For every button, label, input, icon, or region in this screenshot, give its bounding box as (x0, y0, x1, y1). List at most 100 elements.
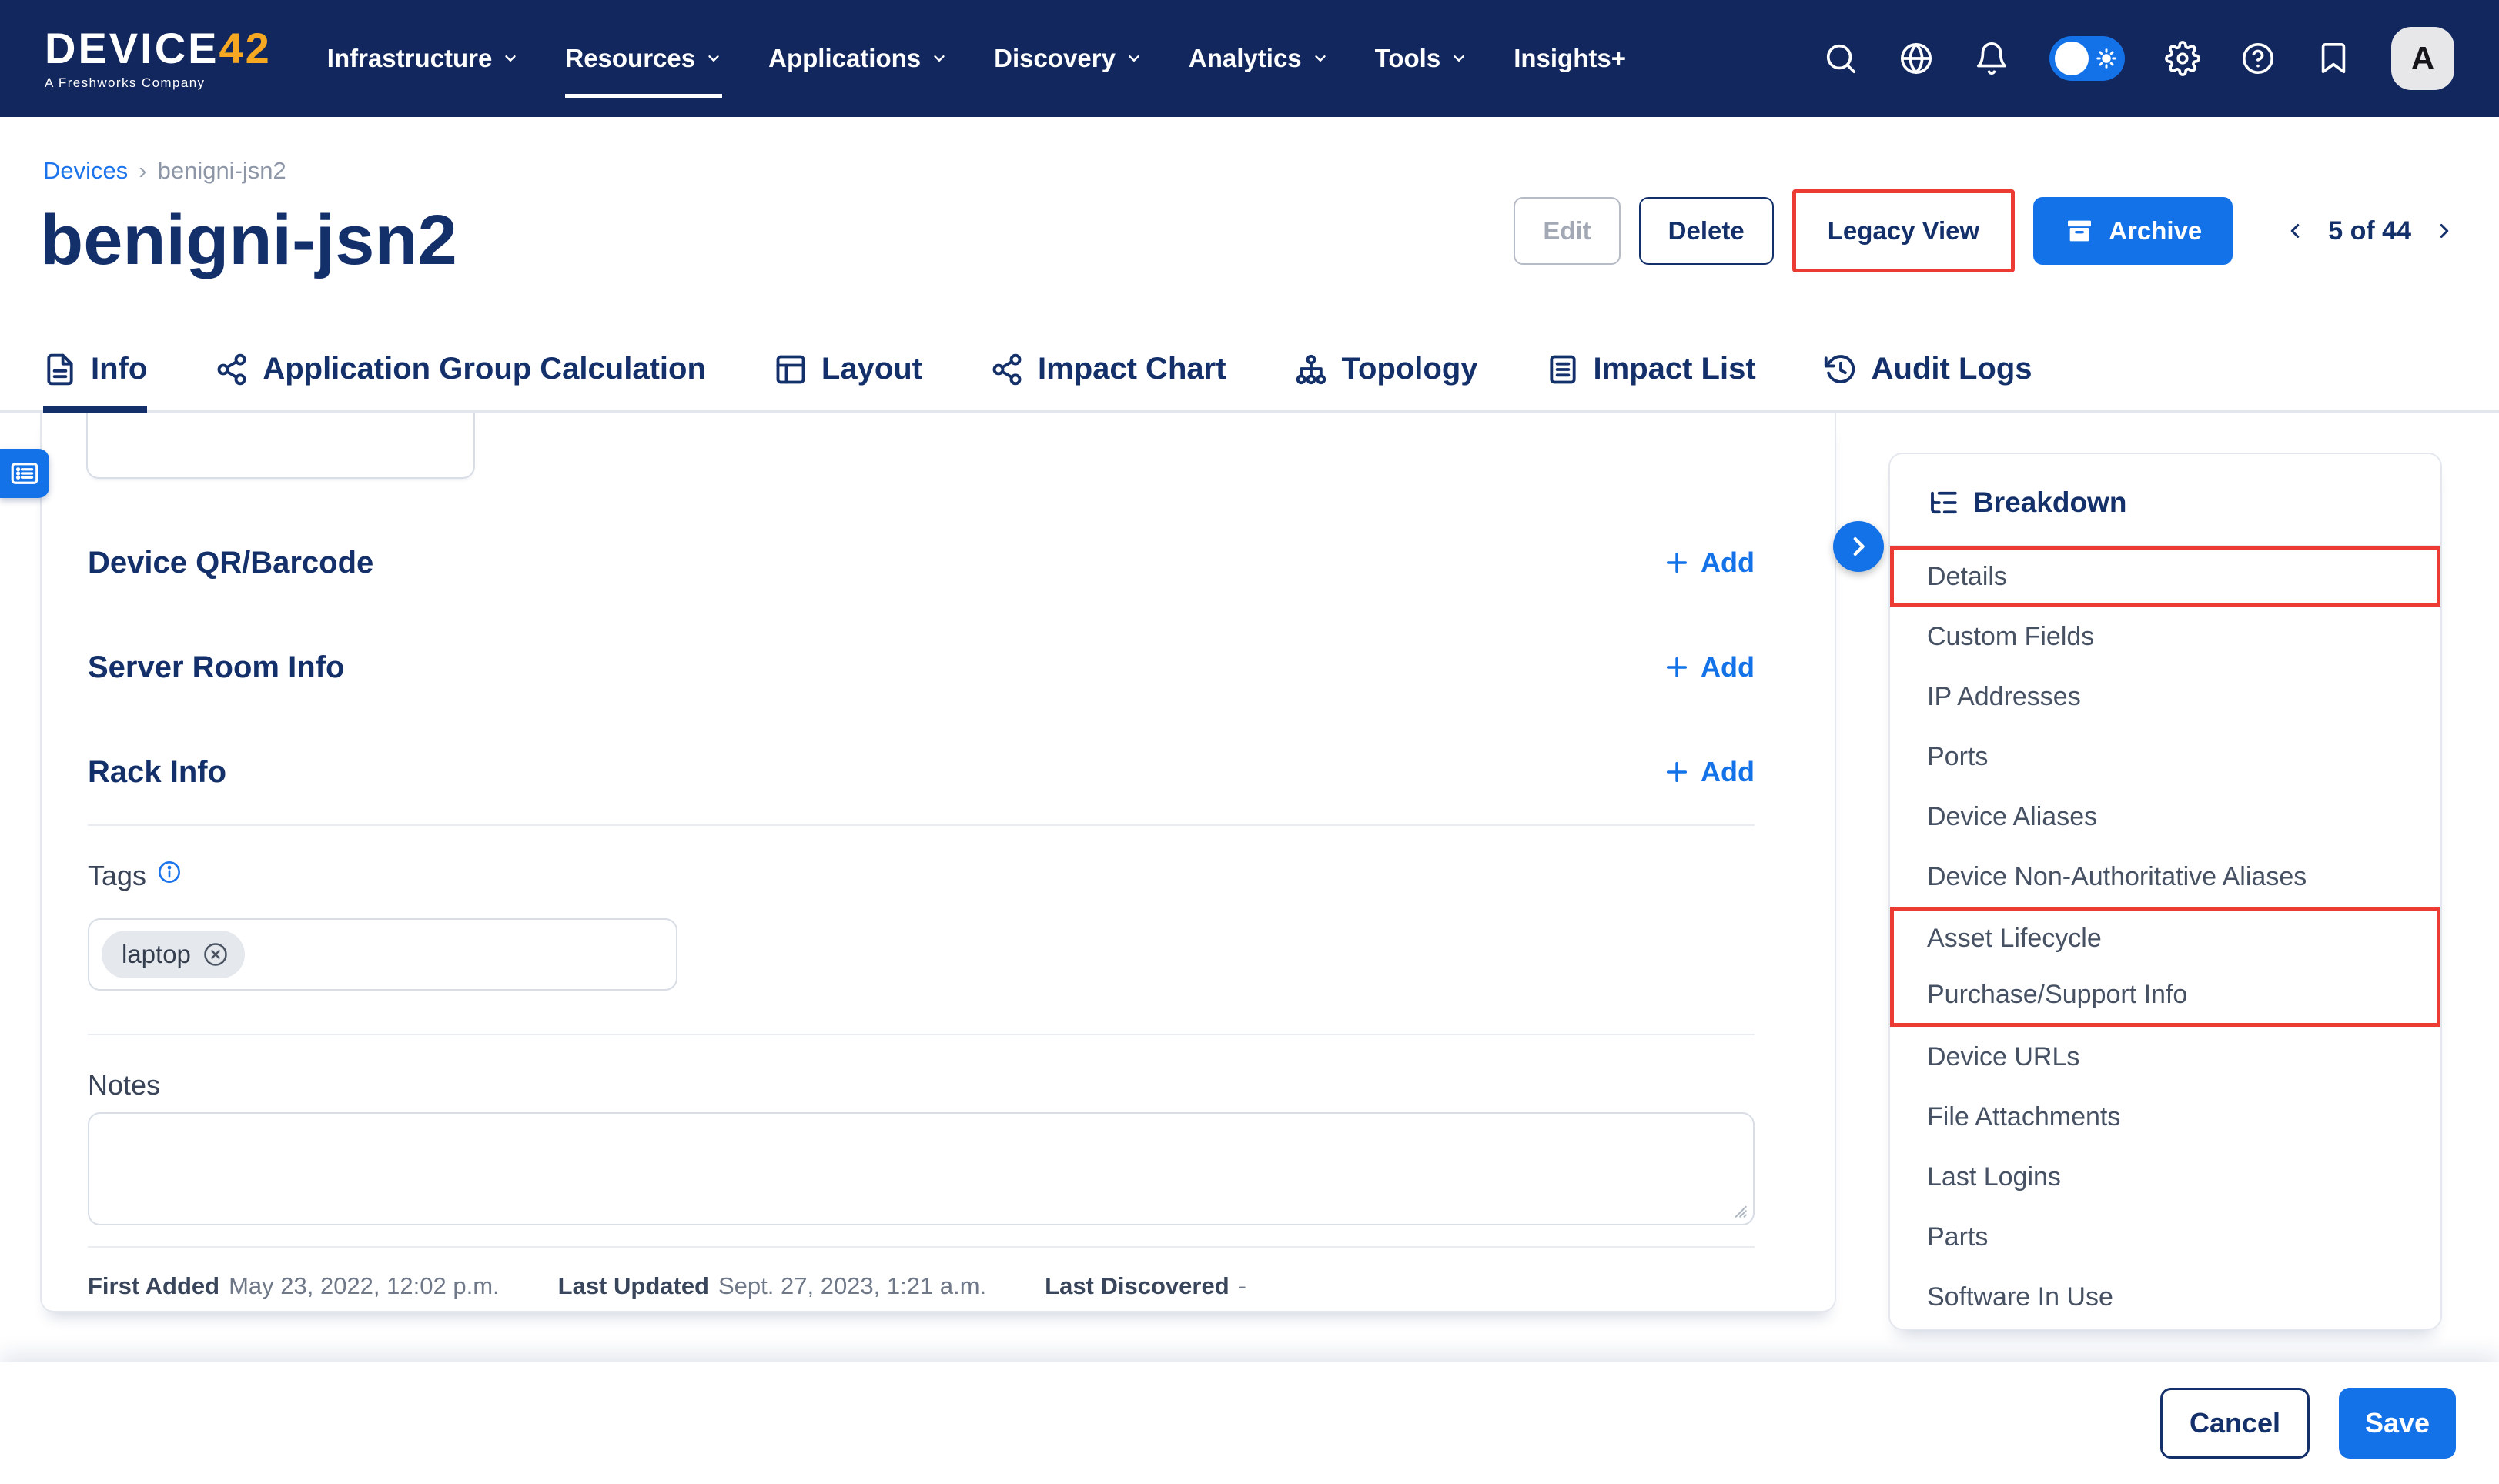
breakdown-item-ip-addresses[interactable]: IP Addresses (1890, 667, 2440, 727)
breakdown-item-software-in-use[interactable]: Software In Use (1890, 1267, 2440, 1327)
notes-field-wrap (88, 1112, 1755, 1225)
tab-label: Impact Chart (1038, 352, 1226, 386)
edit-button[interactable]: Edit (1514, 197, 1620, 265)
add-rack-info-button[interactable]: Add (1664, 756, 1755, 788)
notes-label: Notes (88, 1069, 160, 1101)
chevron-left-icon[interactable] (2283, 219, 2307, 242)
notes-textarea[interactable] (88, 1112, 1755, 1225)
panel-collapse-button[interactable] (1833, 521, 1884, 572)
breakdown-item-parts[interactable]: Parts (1890, 1207, 2440, 1267)
section-title: Device QR/Barcode (88, 546, 373, 580)
breadcrumb-separator: › (139, 157, 146, 185)
breadcrumb-devices-link[interactable]: Devices (43, 157, 128, 185)
add-server-room-button[interactable]: Add (1664, 651, 1755, 684)
nav-utilities: A (1823, 27, 2454, 90)
logo-tagline: A Freshworks Company (45, 75, 272, 91)
remove-tag-icon[interactable] (202, 941, 229, 968)
record-meta: First Added May 23, 2022, 12:02 p.m. Las… (88, 1272, 1755, 1300)
breakdown-item-purchase-support-info[interactable]: Purchase/Support Info (1894, 967, 2437, 1023)
nav-item-insights[interactable]: Insights+ (1514, 36, 1626, 81)
document-icon (43, 353, 77, 386)
breakdown-item-device-non-authoritative-aliases[interactable]: Device Non-Authoritative Aliases (1890, 847, 2440, 907)
tab-info[interactable]: Info (43, 352, 147, 413)
breakdown-item-device-urls[interactable]: Device URLs (1890, 1027, 2440, 1087)
section-device-qr-barcode: Device QR/Barcode Add (88, 510, 1755, 615)
add-label: Add (1701, 546, 1755, 579)
legacy-view-button[interactable]: Legacy View (1800, 197, 2008, 265)
breakdown-item-device-aliases[interactable]: Device Aliases (1890, 787, 2440, 847)
side-panel-toggle[interactable] (0, 449, 49, 498)
chevron-right-icon[interactable] (2433, 219, 2456, 242)
list-box-icon (1546, 353, 1580, 386)
tab-layout[interactable]: Layout (774, 352, 922, 413)
nav-item-applications[interactable]: Applications (768, 36, 948, 81)
search-icon[interactable] (1823, 41, 1858, 76)
bookmark-icon[interactable] (2316, 41, 2351, 76)
help-icon[interactable] (2240, 41, 2276, 76)
section-title: Rack Info (88, 755, 226, 790)
tab-topology[interactable]: Topology (1294, 352, 1478, 413)
globe-icon[interactable] (1899, 41, 1934, 76)
meta-value: - (1239, 1272, 1246, 1300)
chevron-down-icon (1450, 50, 1467, 67)
tab-label: Info (91, 352, 147, 386)
cancel-button[interactable]: Cancel (2160, 1388, 2310, 1459)
breakdown-item-file-attachments[interactable]: File Attachments (1890, 1087, 2440, 1147)
tab-audit-logs[interactable]: Audit Logs (1824, 352, 2032, 413)
tab-application-group-calculation[interactable]: Application Group Calculation (215, 352, 706, 413)
meta-first-added: First Added May 23, 2022, 12:02 p.m. (88, 1272, 500, 1300)
nav-item-label: Discovery (994, 44, 1116, 73)
nav-item-infrastructure[interactable]: Infrastructure (327, 36, 520, 81)
breadcrumb: Devices › benigni-jsn2 (43, 157, 286, 185)
nav-item-analytics[interactable]: Analytics (1189, 36, 1329, 81)
add-label: Add (1701, 651, 1755, 684)
nav-item-label: Insights+ (1514, 44, 1626, 73)
divider (88, 824, 1755, 826)
nav-item-tools[interactable]: Tools (1375, 36, 1468, 81)
annotation-box-asset-purchase: Asset Lifecycle Purchase/Support Info (1890, 907, 2440, 1027)
breadcrumb-current: benigni-jsn2 (158, 157, 286, 185)
bell-icon[interactable] (1974, 41, 2009, 76)
tab-label: Layout (821, 352, 922, 386)
pager-label: 5 of 44 (2328, 216, 2411, 246)
breakdown-item-ports[interactable]: Ports (1890, 727, 2440, 787)
add-device-qr-button[interactable]: Add (1664, 546, 1755, 579)
breakdown-item-last-logins[interactable]: Last Logins (1890, 1147, 2440, 1207)
top-nav: DEVICE42 A Freshworks Company Infrastruc… (0, 0, 2499, 117)
gear-icon[interactable] (2165, 41, 2200, 76)
topology-icon (1294, 353, 1328, 386)
nav-item-label: Analytics (1189, 44, 1302, 73)
breakdown-item-custom-fields[interactable]: Custom Fields (1890, 607, 2440, 667)
plus-icon (1664, 759, 1690, 785)
tab-impact-list[interactable]: Impact List (1546, 352, 1756, 413)
nav-item-resources[interactable]: Resources (565, 36, 722, 81)
meta-label: First Added (88, 1272, 219, 1300)
archive-icon (2064, 216, 2095, 246)
tab-impact-chart[interactable]: Impact Chart (990, 352, 1226, 413)
nav-item-discovery[interactable]: Discovery (994, 36, 1142, 81)
save-button[interactable]: Save (2339, 1388, 2456, 1459)
theme-toggle[interactable] (2049, 36, 2125, 81)
tags-input[interactable]: laptop (88, 918, 677, 991)
avatar[interactable]: A (2391, 27, 2454, 90)
share-nodes-icon (990, 353, 1024, 386)
action-footer: Cancel Save (0, 1362, 2499, 1484)
tab-label: Topology (1342, 352, 1478, 386)
tag-chip-laptop[interactable]: laptop (102, 931, 245, 978)
archive-button[interactable]: Archive (2033, 197, 2233, 265)
tab-label: Impact List (1594, 352, 1756, 386)
breakdown-item-details[interactable]: Details (1894, 550, 2437, 603)
divider (88, 1246, 1755, 1248)
chevron-down-icon (931, 50, 948, 67)
breakdown-item-asset-lifecycle[interactable]: Asset Lifecycle (1894, 911, 2437, 967)
info-icon[interactable] (157, 860, 182, 884)
chevron-down-icon (1126, 50, 1142, 67)
add-sections: Device QR/Barcode Add Server Room Info A… (88, 510, 1755, 824)
notes-label-row: Notes (88, 1069, 1755, 1101)
annotation-box-legacy-view: Legacy View (1792, 189, 2016, 272)
delete-button[interactable]: Delete (1639, 197, 1774, 265)
tags-label-row: Tags (88, 860, 1755, 892)
resize-grip[interactable] (1728, 1199, 1748, 1219)
cutoff-input[interactable] (86, 413, 475, 479)
device42-logo[interactable]: DEVICE42 A Freshworks Company (45, 27, 272, 91)
